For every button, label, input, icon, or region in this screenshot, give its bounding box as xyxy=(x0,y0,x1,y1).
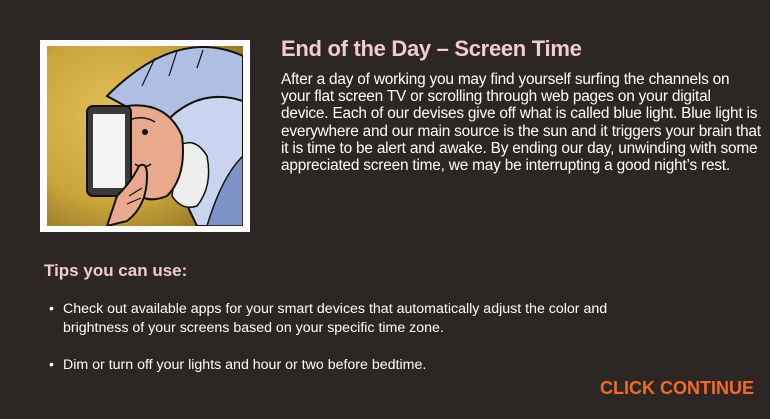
tips-list: • Check out available apps for your smar… xyxy=(49,300,649,375)
bullet-icon: • xyxy=(49,301,54,317)
page-title: End of the Day – Screen Time xyxy=(281,36,582,61)
intro-paragraph: After a day of working you may find your… xyxy=(281,71,761,175)
click-continue-button[interactable]: CLICK CONTINUE xyxy=(600,378,754,399)
tip-item: • Check out available apps for your smar… xyxy=(49,300,649,338)
illustration-frame xyxy=(40,40,250,232)
tip-text: Check out available apps for your smart … xyxy=(63,301,608,336)
tips-heading: Tips you can use: xyxy=(44,261,188,280)
bullet-icon: • xyxy=(49,357,54,373)
tip-text: Dim or turn off your lights and hour or … xyxy=(63,357,427,373)
tip-item: • Dim or turn off your lights and hour o… xyxy=(49,356,649,375)
man-with-tablet-illustration xyxy=(47,46,243,226)
